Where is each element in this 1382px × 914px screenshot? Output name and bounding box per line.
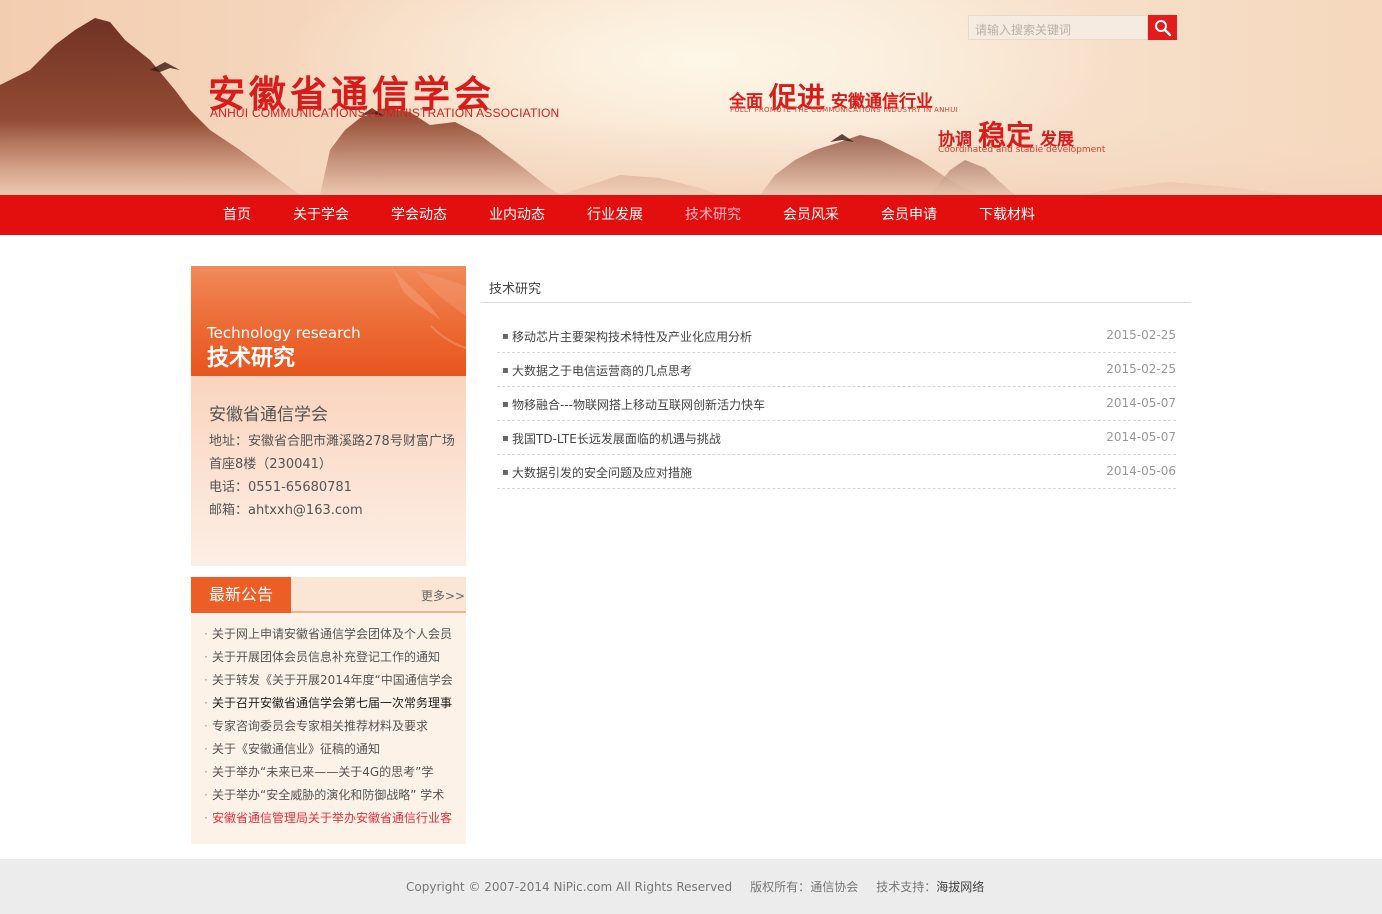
nav-item-member-showcase[interactable]: 会员风采 (783, 195, 839, 235)
nav-item-home[interactable]: 首页 (223, 195, 251, 235)
main-nav: 首页 关于学会 学会动态 业内动态 行业发展 技术研究 会员风采 会员申请 下载… (0, 195, 1382, 235)
article-date: 2014-05-06 (1106, 464, 1176, 478)
article-row[interactable]: ▪ 移动芯片主要架构技术特性及产业化应用分析 2015-02-25 (497, 319, 1176, 353)
footer-rights-label: 版权所有： (750, 880, 811, 894)
article-row[interactable]: ▪ 大数据引发的安全问题及应对措施 2014-05-06 (497, 455, 1176, 489)
footer-text: Copyright © 2007-2014 NiPic.com All Righ… (406, 878, 984, 895)
notice-item[interactable]: · 关于召开安徽省通信学会第七届一次常务理事 (204, 692, 459, 715)
footer-support-label: 技术支持： (876, 880, 937, 894)
notice-item[interactable]: · 安徽省通信管理局关于举办安徽省通信行业客 (204, 807, 459, 830)
search-button[interactable] (1148, 15, 1177, 40)
footer-rights-value: 通信协会 (810, 880, 859, 894)
notice-item[interactable]: · 关于开展团体会员信息补充登记工作的通知 (204, 646, 459, 669)
bullet-icon: ▪ (502, 433, 509, 444)
contact-phone: 电话：0551-65680781 (209, 480, 352, 495)
contact-address: 地址：安徽省合肥市濉溪路278号财富广场 (209, 434, 455, 449)
site-header: 安徽省通信学会 ANHUI COMMUNICATIONS ADMINISTRAT… (0, 0, 1382, 195)
notice-panel: 最新公告 更多>> · 关于网上申请安徽省通信学会团体及个人会员 · 关于开展团体会… (191, 577, 466, 844)
contact-org-name: 安徽省通信学会 (209, 405, 328, 425)
search-input[interactable]: 请输入搜索关键词 (968, 15, 1148, 40)
notice-header: 最新公告 更多>> (191, 577, 466, 613)
notice-item[interactable]: · 关于举办“未来已来——关于4G的思考”学 (204, 761, 459, 784)
notice-item[interactable]: · 关于《安徽通信业》征稿的通知 (204, 738, 459, 761)
article-date: 2015-02-25 (1106, 362, 1176, 376)
bullet-icon: ▪ (502, 399, 509, 410)
bullet-icon: ▪ (502, 331, 509, 342)
footer-support-link[interactable]: 海拔网络 (936, 880, 984, 894)
nav-item-industry-news[interactable]: 业内动态 (489, 195, 545, 235)
article-date: 2014-05-07 (1106, 396, 1176, 410)
title-divider (481, 302, 1191, 303)
article-title[interactable]: 物移融合---物联网搭上移动互联网创新活力快车 (512, 396, 765, 413)
page-title: 技术研究 (489, 282, 542, 297)
bullet-icon: ▪ (502, 467, 509, 478)
notice-title: 最新公告 (191, 577, 291, 613)
nav-item-association-news[interactable]: 学会动态 (391, 195, 447, 235)
nav-item-member-apply[interactable]: 会员申请 (881, 195, 937, 235)
article-row[interactable]: ▪ 物移融合---物联网搭上移动互联网创新活力快车 2014-05-07 (497, 387, 1176, 421)
article-title[interactable]: 大数据引发的安全问题及应对措施 (512, 464, 692, 481)
slogan1-english: FULLY PROMOTE THE COMMUNICATIONS INDUSTR… (730, 106, 959, 114)
section-banner: Technology research 技术研究 (191, 266, 466, 376)
notice-more-link[interactable]: 更多>> (421, 587, 465, 604)
nav-item-about[interactable]: 关于学会 (293, 195, 349, 235)
banner-title-chinese: 技术研究 (207, 346, 296, 371)
article-row[interactable]: ▪ 我国TD-LTE长远发展面临的机遇与挑战 2014-05-07 (497, 421, 1176, 455)
nav-item-tech-research[interactable]: 技术研究 (685, 195, 741, 235)
contact-panel: 安徽省通信学会 地址：安徽省合肥市濉溪路278号财富广场 首座8楼（230041… (191, 376, 466, 566)
nav-item-downloads[interactable]: 下载材料 (979, 195, 1035, 235)
slogan2-english: Coordinated and stable development (938, 145, 1106, 155)
search-icon (1154, 19, 1171, 36)
article-title[interactable]: 移动芯片主要架构技术特性及产业化应用分析 (512, 328, 752, 345)
article-date: 2014-05-07 (1106, 430, 1176, 444)
contact-email: 邮箱：ahtxxh@163.com (209, 503, 363, 518)
nav-item-industry-development[interactable]: 行业发展 (587, 195, 643, 235)
bullet-icon: ▪ (502, 365, 509, 376)
article-title[interactable]: 大数据之于电信运营商的几点思考 (512, 362, 692, 379)
article-title[interactable]: 我国TD-LTE长远发展面临的机遇与挑战 (512, 430, 721, 447)
article-row[interactable]: ▪ 大数据之于电信运营商的几点思考 2015-02-25 (497, 353, 1176, 387)
notice-item[interactable]: · 关于举办“安全威胁的演化和防御战略” 学术 (204, 784, 459, 807)
footer-copyright: Copyright © 2007-2014 NiPic.com All Righ… (406, 880, 733, 894)
notice-item[interactable]: · 专家咨询委员会专家相关推荐材料及要求 (204, 715, 459, 738)
article-date: 2015-02-25 (1106, 328, 1176, 342)
contact-address-cont: 首座8楼（230041） (209, 457, 332, 472)
notice-item[interactable]: · 关于转发《关于开展2014年度“中国通信学会 (204, 669, 459, 692)
site-logo-english: ANHUI COMMUNICATIONS ADMINISTRATION ASSO… (210, 106, 560, 120)
site-footer: Copyright © 2007-2014 NiPic.com All Righ… (0, 859, 1382, 914)
notice-item[interactable]: · 关于网上申请安徽省通信学会团体及个人会员 (204, 623, 459, 646)
